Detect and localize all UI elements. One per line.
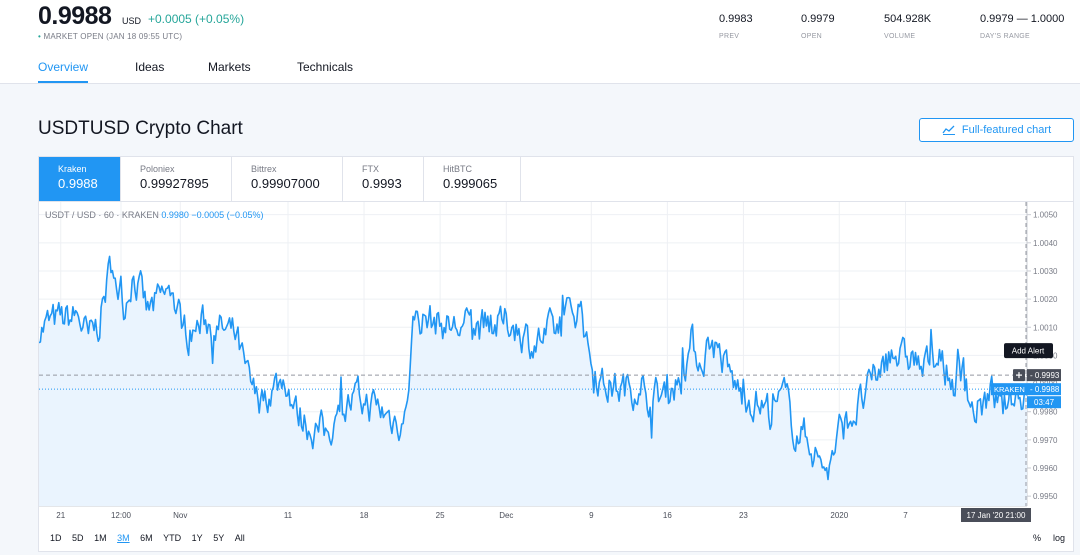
x-tick-label: 16 <box>663 511 672 520</box>
stat-value: 0.9983 <box>719 13 753 25</box>
exchange-tab-bittrex[interactable]: Bittrex 0.99907000 <box>232 157 343 201</box>
exchange-name: Poloniex <box>140 164 175 174</box>
legend-value: 0.9980 −0.0005 (−0.05%) <box>161 210 264 220</box>
stat-volume: 504.928K VOLUME <box>884 13 931 40</box>
exchange-price: 0.9988 <box>58 176 98 191</box>
exchange-name: Bittrex <box>251 164 277 174</box>
last-price: 0.9988 <box>38 2 112 30</box>
status-dot-icon: • <box>38 32 42 41</box>
crosshair-date-label: 17 Jan '20 21:00 <box>967 511 1026 520</box>
x-tick-label: Dec <box>499 511 513 520</box>
x-tick-label: 11 <box>284 511 293 520</box>
stat-days-range: 0.9979 — 1.0000 DAY'S RANGE <box>980 13 1064 40</box>
x-tick-label: 25 <box>436 511 445 520</box>
tab-ideas[interactable]: Ideas <box>135 60 164 74</box>
stat-prev: 0.9983 PREV <box>719 13 753 40</box>
range-all[interactable]: All <box>235 533 245 543</box>
price-currency: USD <box>122 16 142 26</box>
stat-label: OPEN <box>801 33 823 40</box>
full-featured-chart-button[interactable]: Full-featured chart <box>919 118 1074 142</box>
stat-label: VOLUME <box>884 33 916 40</box>
exchange-name: HitBTC <box>443 164 472 174</box>
range-5d[interactable]: 5D <box>72 533 84 543</box>
market-status-text: MARKET OPEN (JAN 18 09:55 UTC) <box>43 32 183 41</box>
stat-open: 0.9979 OPEN <box>801 13 835 40</box>
tab-technicals[interactable]: Technicals <box>297 60 353 74</box>
exchange-tab-ftx[interactable]: FTX 0.9993 <box>343 157 424 201</box>
chart-card: Kraken 0.9988 Poloniex 0.99927895 Bittre… <box>38 156 1074 552</box>
chart-line-icon <box>942 125 955 135</box>
price-chart[interactable]: 1.00501.00401.00301.00201.00101.00000.99… <box>39 202 1073 522</box>
x-tick-label: 21 <box>56 511 65 520</box>
y-tick-label: 1.0030 <box>1033 267 1058 276</box>
y-tick-label: 0.9970 <box>1033 436 1058 445</box>
x-tick-label: 12:00 <box>111 511 132 520</box>
stat-value: 0.9979 — 1.0000 <box>980 13 1065 25</box>
crosshair-price-label: - 0.9993 <box>1030 371 1060 380</box>
x-tick-label: 7 <box>903 511 908 520</box>
stat-label: PREV <box>719 33 740 40</box>
exchange-price: 0.99907000 <box>251 176 320 191</box>
last-price-label: - 0.9988 <box>1030 385 1060 394</box>
y-tick-label: 1.0020 <box>1033 295 1058 304</box>
exchange-badge-label: KRAKEN <box>994 385 1025 394</box>
stat-value: 0.9979 <box>801 13 835 25</box>
stat-value: 504.928K <box>884 13 932 25</box>
chart-legend: USDT / USD · 60 · KRAKEN 0.9980 −0.0005 … <box>45 210 263 220</box>
x-tick-label: 9 <box>589 511 594 520</box>
range-ytd[interactable]: YTD <box>163 533 181 543</box>
exchange-name: Kraken <box>58 164 87 174</box>
stat-label: DAY'S RANGE <box>980 33 1031 40</box>
market-status: • MARKET OPEN (JAN 18 09:55 UTC) <box>38 32 182 41</box>
range-5y[interactable]: 5Y <box>213 533 224 543</box>
range-1d[interactable]: 1D <box>50 533 62 543</box>
range-1y[interactable]: 1Y <box>192 533 203 543</box>
y-tick-label: 0.9980 <box>1033 408 1058 417</box>
exchange-price: 0.9993 <box>362 176 402 191</box>
tab-markets[interactable]: Markets <box>208 60 251 74</box>
full-featured-chart-label: Full-featured chart <box>961 124 1052 136</box>
price-change: +0.0005 (+0.05%) <box>148 12 245 26</box>
range-3m[interactable]: 3M <box>117 533 130 543</box>
exchange-tab-kraken[interactable]: Kraken 0.9988 <box>39 157 121 201</box>
x-tick-label: 23 <box>739 511 748 520</box>
y-tick-label: 1.0040 <box>1033 239 1058 248</box>
exchange-price: 0.999065 <box>443 176 498 191</box>
symbol-header: 0.9988 USD +0.0005 (+0.05%) • MARKET OPE… <box>0 0 1080 84</box>
page-title: USDTUSD Crypto Chart <box>38 118 243 139</box>
y-tick-label: 1.0050 <box>1033 211 1058 220</box>
range-6m[interactable]: 6M <box>140 533 153 543</box>
add-alert-label: Add Alert <box>1012 347 1045 356</box>
tab-overview[interactable]: Overview <box>38 60 89 83</box>
range-selector: 1D 5D 1M 3M 6M YTD 1Y 5Y All <box>50 533 253 543</box>
exchange-tab-hitbtc[interactable]: HitBTC 0.999065 <box>424 157 521 201</box>
exchange-tab-poloniex[interactable]: Poloniex 0.99927895 <box>121 157 232 201</box>
y-tick-label: 0.9960 <box>1033 464 1058 473</box>
countdown-label: 03:47 <box>1034 398 1055 407</box>
legend-symbol: USDT / USD · 60 · KRAKEN <box>45 210 159 220</box>
x-tick-label: Nov <box>173 511 187 520</box>
y-tick-label: 1.0010 <box>1033 323 1058 332</box>
x-tick-label: 18 <box>360 511 369 520</box>
series-area <box>39 256 1027 506</box>
y-tick-label: 0.9950 <box>1033 492 1058 501</box>
exchange-price: 0.99927895 <box>140 176 209 191</box>
x-tick-label: 2020 <box>830 511 848 520</box>
log-toggle[interactable]: log <box>1053 533 1065 543</box>
percent-toggle[interactable]: % <box>1033 533 1041 543</box>
range-1m[interactable]: 1M <box>94 533 107 543</box>
exchange-name: FTX <box>362 164 379 174</box>
